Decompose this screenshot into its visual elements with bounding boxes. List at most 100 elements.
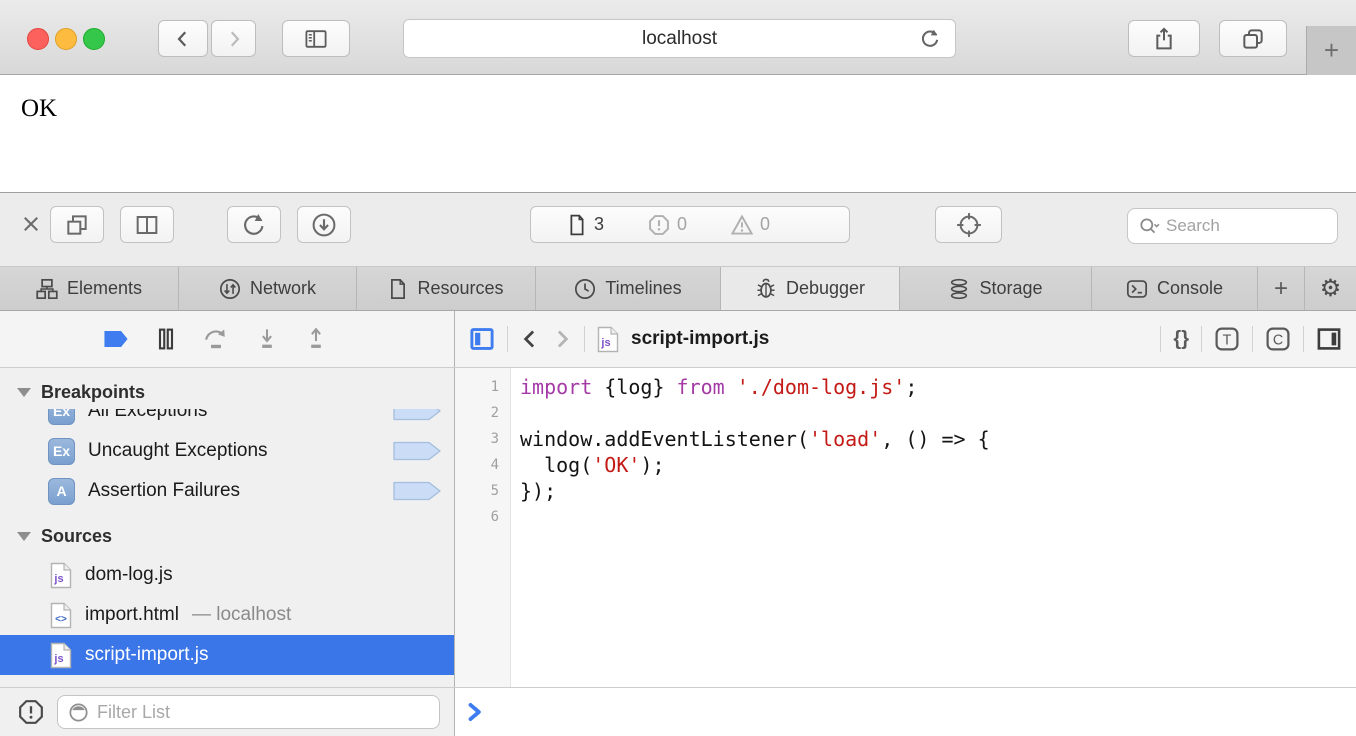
inspector-settings-button[interactable]: ⚙	[1305, 267, 1356, 310]
svg-text:C: C	[1273, 332, 1283, 348]
pretty-print-button[interactable]: {}	[1173, 328, 1189, 351]
sidebar-icon	[304, 27, 328, 51]
js-file-icon: js	[50, 562, 72, 589]
browser-forward-button[interactable]	[211, 20, 256, 57]
resources-icon	[388, 278, 408, 300]
tab-elements[interactable]: Elements	[0, 267, 179, 310]
clock-icon	[574, 278, 596, 300]
new-tab-button[interactable]: +	[1306, 26, 1356, 75]
inspector-main: Breakpoints Ex All Exceptions Ex Uncaugh…	[0, 368, 1356, 687]
code-line	[520, 504, 1356, 530]
gear-icon: ⚙	[1320, 274, 1342, 303]
tab-network[interactable]: Network	[179, 267, 357, 310]
quick-console[interactable]	[455, 688, 1356, 736]
step-over-button[interactable]	[203, 327, 229, 351]
breakpoint-flag-icon[interactable]	[393, 409, 441, 421]
detach-inspector-button[interactable]	[50, 206, 104, 243]
tab-resources[interactable]: Resources	[357, 267, 536, 310]
source-row-dom-log[interactable]: js dom-log.js	[0, 555, 454, 595]
svg-text:js: js	[600, 337, 610, 349]
code-line	[520, 400, 1356, 426]
line-number[interactable]: 3	[455, 426, 510, 452]
left-sidebar-toggle-button[interactable]	[469, 326, 495, 352]
network-icon	[219, 278, 241, 300]
search-icon	[1138, 216, 1160, 236]
history-forward-button[interactable]	[552, 328, 572, 350]
step-out-button[interactable]	[305, 327, 327, 351]
source-code-editor[interactable]: 1 2 3 4 5 6 import {log} from './dom-log…	[455, 368, 1356, 687]
tab-storage[interactable]: Storage	[900, 267, 1092, 310]
download-icon	[311, 212, 337, 238]
right-sidebar-toggle-button[interactable]	[1316, 326, 1342, 352]
disclosure-triangle-icon	[17, 532, 31, 541]
sources-section-header[interactable]: Sources	[0, 517, 454, 555]
code-content[interactable]: import {log} from './dom-log.js'; window…	[511, 368, 1356, 687]
crosshair-icon	[955, 211, 983, 239]
letter-c-icon: C	[1265, 326, 1291, 352]
close-inspector-button[interactable]	[16, 209, 46, 239]
error-octagon-icon	[648, 214, 670, 236]
line-number[interactable]: 6	[455, 504, 510, 530]
source-row-import-html[interactable]: <> import.html — localhost	[0, 595, 454, 635]
line-number[interactable]: 5	[455, 478, 510, 504]
share-button[interactable]	[1128, 20, 1200, 57]
breakpoint-row-assertion-failures[interactable]: A Assertion Failures	[0, 471, 454, 511]
detach-window-icon	[65, 213, 89, 237]
search-input[interactable]	[1166, 216, 1356, 236]
source-row-script-import-selected[interactable]: js script-import.js	[0, 635, 454, 675]
line-number[interactable]: 1	[455, 374, 510, 400]
js-file-icon: js	[50, 642, 72, 669]
current-file-title: script-import.js	[631, 328, 769, 350]
code-coverage-button[interactable]: C	[1265, 326, 1291, 352]
divider	[507, 326, 508, 352]
reload-icon[interactable]	[919, 28, 941, 50]
breakpoints-toggle-button[interactable]	[103, 328, 129, 350]
inspector-tab-bar: Elements Network Resources Timelines Deb…	[0, 267, 1356, 311]
breakpoint-row-uncaught-exceptions[interactable]: Ex Uncaught Exceptions	[0, 431, 454, 471]
new-tab-inspector-button[interactable]: +	[1258, 267, 1305, 310]
pause-button[interactable]	[156, 327, 176, 351]
code-line: });	[520, 478, 1356, 504]
step-into-button[interactable]	[256, 327, 278, 351]
tab-console[interactable]: Console	[1092, 267, 1258, 310]
download-web-archive-button[interactable]	[297, 206, 351, 243]
js-file-icon: js	[597, 326, 619, 353]
elements-icon	[36, 278, 58, 300]
exception-badge-icon: Ex	[48, 438, 75, 465]
type-profiler-button[interactable]: T	[1214, 326, 1240, 352]
browser-toolbar: localhost +	[0, 0, 1356, 75]
console-icon	[1126, 278, 1148, 300]
tab-overview-button[interactable]	[1219, 20, 1287, 57]
breakpoint-row-clipped[interactable]: Ex All Exceptions	[0, 409, 454, 431]
browser-back-button[interactable]	[158, 20, 208, 57]
breakpoints-section-header[interactable]: Breakpoints	[0, 375, 454, 409]
sidebar-toggle-button[interactable]	[282, 20, 350, 57]
assertion-badge-icon: A	[48, 478, 75, 505]
line-number[interactable]: 4	[455, 452, 510, 478]
filter-list-input[interactable]	[97, 702, 429, 723]
breakpoint-flag-icon[interactable]	[393, 481, 441, 501]
window-zoom-button[interactable]	[83, 28, 105, 50]
window-minimize-button[interactable]	[55, 28, 77, 50]
window-close-button[interactable]	[27, 28, 49, 50]
address-bar[interactable]: localhost	[403, 19, 956, 58]
warning-triangle-icon	[731, 214, 753, 236]
filter-field[interactable]	[57, 695, 440, 729]
safari-window: localhost + OK	[0, 0, 1356, 736]
error-count: 0	[648, 214, 687, 236]
tab-debugger[interactable]: Debugger	[721, 267, 900, 310]
reload-page-button[interactable]	[227, 206, 281, 243]
inspector-search-field[interactable]	[1127, 208, 1338, 244]
document-count: 3	[567, 213, 604, 237]
tab-timelines[interactable]: Timelines	[536, 267, 721, 310]
history-back-button[interactable]	[520, 328, 540, 350]
breakpoint-flag-icon[interactable]	[393, 441, 441, 461]
dock-side-button[interactable]	[120, 206, 174, 243]
resource-counts-group[interactable]: 3 0 0	[530, 206, 850, 243]
element-picker-button[interactable]	[935, 206, 1002, 243]
svg-text:T: T	[1223, 332, 1232, 348]
issues-octagon-icon[interactable]	[18, 699, 44, 725]
line-number[interactable]: 2	[455, 400, 510, 426]
debugger-controls	[0, 311, 455, 367]
navigation-row: js script-import.js {} T C	[0, 311, 1356, 368]
